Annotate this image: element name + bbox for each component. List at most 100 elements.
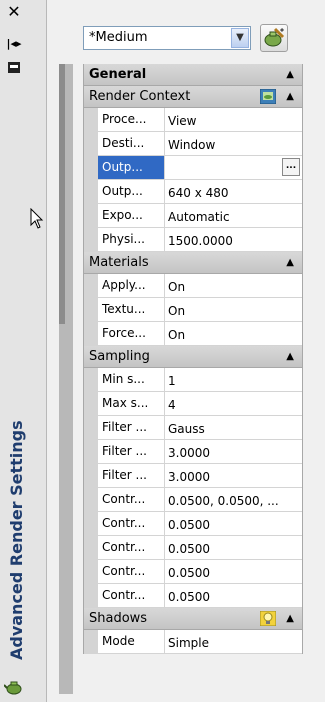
property-row[interactable]: Force... On bbox=[84, 322, 302, 346]
property-row[interactable]: Outp... 640 x 480 bbox=[84, 180, 302, 204]
property-name: Textu... bbox=[98, 298, 165, 321]
scrollbar-track[interactable] bbox=[59, 64, 73, 694]
property-row[interactable]: Filter ... 3.0000 bbox=[84, 464, 302, 488]
property-value-text: 0.0500 bbox=[168, 518, 210, 532]
category-label: General bbox=[89, 67, 147, 82]
property-value[interactable]: 640 x 480 bbox=[165, 180, 302, 203]
property-value[interactable]: 3.0000 bbox=[165, 464, 302, 487]
property-row[interactable]: Contr... 0.0500, 0.0500, ... bbox=[84, 488, 302, 512]
property-value[interactable]: 0.0500 bbox=[165, 560, 302, 583]
property-value[interactable]: Window bbox=[165, 132, 302, 155]
light-bulb-icon[interactable] bbox=[259, 610, 277, 627]
category-header-render-context[interactable]: Render Context ▲ bbox=[84, 86, 302, 108]
property-row[interactable]: Outp...... bbox=[84, 156, 302, 180]
property-row[interactable]: Contr... 0.0500 bbox=[84, 512, 302, 536]
category-label: Sampling bbox=[89, 349, 150, 364]
property-value[interactable]: Automatic bbox=[165, 204, 302, 227]
render-context-icon[interactable] bbox=[259, 88, 277, 105]
property-value[interactable]: 3.0000 bbox=[165, 440, 302, 463]
close-icon[interactable]: ✕ bbox=[6, 4, 22, 20]
row-indent bbox=[84, 392, 98, 415]
render-settings-icon bbox=[264, 27, 285, 47]
property-row[interactable]: Contr... 0.0500 bbox=[84, 536, 302, 560]
browse-button[interactable]: ... bbox=[282, 158, 300, 176]
property-value-text: 640 x 480 bbox=[168, 186, 229, 200]
row-indent bbox=[84, 132, 98, 155]
property-row[interactable]: Apply... On bbox=[84, 274, 302, 298]
property-name: Filter ... bbox=[98, 440, 165, 463]
row-indent bbox=[84, 228, 98, 251]
property-value-text: View bbox=[168, 114, 197, 128]
property-value[interactable]: 0.0500 bbox=[165, 512, 302, 535]
property-value-text: 4 bbox=[168, 398, 176, 412]
property-value[interactable]: 4 bbox=[165, 392, 302, 415]
property-value[interactable]: 1500.0000 bbox=[165, 228, 302, 251]
auto-hide-icon[interactable]: |◂▸ bbox=[6, 36, 22, 52]
category-header-materials[interactable]: Materials ▲ bbox=[84, 252, 302, 274]
render-settings-button[interactable] bbox=[260, 24, 288, 52]
category-header-shadows[interactable]: Shadows ▲ bbox=[84, 608, 302, 630]
property-value-text: 1 bbox=[168, 374, 176, 388]
property-value-text: 0.0500, 0.0500, ... bbox=[168, 494, 279, 508]
collapse-arrow-icon[interactable]: ▲ bbox=[286, 608, 294, 630]
property-name: Contr... bbox=[98, 536, 165, 559]
property-name: Filter ... bbox=[98, 464, 165, 487]
property-row[interactable]: Filter ... Gauss bbox=[84, 416, 302, 440]
property-value[interactable]: On bbox=[165, 322, 302, 345]
property-value-text: 3.0000 bbox=[168, 446, 210, 460]
property-value[interactable]: 1 bbox=[165, 368, 302, 391]
property-value[interactable]: On bbox=[165, 298, 302, 321]
property-name: Outp... bbox=[98, 156, 165, 179]
property-name: Max s... bbox=[98, 392, 165, 415]
property-value-text: On bbox=[168, 304, 186, 318]
property-row[interactable]: Physi... 1500.0000 bbox=[84, 228, 302, 252]
property-value[interactable]: View bbox=[165, 108, 302, 131]
property-row[interactable]: Desti... Window bbox=[84, 132, 302, 156]
category-label: Render Context bbox=[89, 89, 191, 104]
row-indent bbox=[84, 204, 98, 227]
collapse-arrow-icon[interactable]: ▲ bbox=[286, 86, 294, 108]
property-value-text: 0.0500 bbox=[168, 542, 210, 556]
property-value-text: 3.0000 bbox=[168, 470, 210, 484]
property-row[interactable]: Min s... 1 bbox=[84, 368, 302, 392]
category-label: Materials bbox=[89, 255, 149, 270]
property-value-text: Simple bbox=[168, 636, 209, 650]
render-preset-value: *Medium bbox=[89, 30, 148, 45]
property-row[interactable]: Filter ... 3.0000 bbox=[84, 440, 302, 464]
category-header-general[interactable]: General ▲ bbox=[84, 64, 302, 86]
render-preset-dropdown[interactable]: *Medium ▼ bbox=[83, 26, 251, 50]
properties-menu-icon[interactable] bbox=[6, 60, 22, 76]
property-value[interactable]: ... bbox=[165, 156, 302, 179]
property-value[interactable]: 0.0500 bbox=[165, 584, 302, 607]
property-value[interactable]: Gauss bbox=[165, 416, 302, 439]
property-value-text: Window bbox=[168, 138, 216, 152]
property-value[interactable]: 0.0500, 0.0500, ... bbox=[165, 488, 302, 511]
collapse-arrow-icon[interactable]: ▲ bbox=[286, 346, 294, 368]
palette-title: Advanced Render Settings bbox=[7, 420, 26, 660]
scrollbar-thumb[interactable] bbox=[59, 64, 65, 324]
property-row[interactable]: Contr... 0.0500 bbox=[84, 584, 302, 608]
row-indent bbox=[84, 156, 98, 179]
palette-title-bar: ✕ |◂▸ Advanced Render Settings bbox=[0, 0, 47, 702]
collapse-arrow-icon[interactable]: ▲ bbox=[286, 252, 294, 274]
property-row[interactable]: Textu... On bbox=[84, 298, 302, 322]
row-indent bbox=[84, 416, 98, 439]
category-label: Shadows bbox=[89, 611, 148, 626]
property-name: Physi... bbox=[98, 228, 165, 251]
property-value[interactable]: On bbox=[165, 274, 302, 297]
property-value-text: 1500.0000 bbox=[168, 234, 233, 248]
property-name: Desti... bbox=[98, 132, 165, 155]
property-value[interactable]: Simple bbox=[165, 630, 302, 653]
collapse-arrow-icon[interactable]: ▲ bbox=[286, 64, 294, 86]
property-row[interactable]: Max s... 4 bbox=[84, 392, 302, 416]
property-row[interactable]: Mode Simple bbox=[84, 630, 302, 654]
category-header-sampling[interactable]: Sampling ▲ bbox=[84, 346, 302, 368]
property-row[interactable]: Contr... 0.0500 bbox=[84, 560, 302, 584]
property-row[interactable]: Proce... View bbox=[84, 108, 302, 132]
property-name: Expo... bbox=[98, 204, 165, 227]
row-indent bbox=[84, 440, 98, 463]
property-row[interactable]: Expo... Automatic bbox=[84, 204, 302, 228]
property-value[interactable]: 0.0500 bbox=[165, 536, 302, 559]
row-indent bbox=[84, 512, 98, 535]
chevron-down-icon[interactable]: ▼ bbox=[231, 28, 249, 48]
